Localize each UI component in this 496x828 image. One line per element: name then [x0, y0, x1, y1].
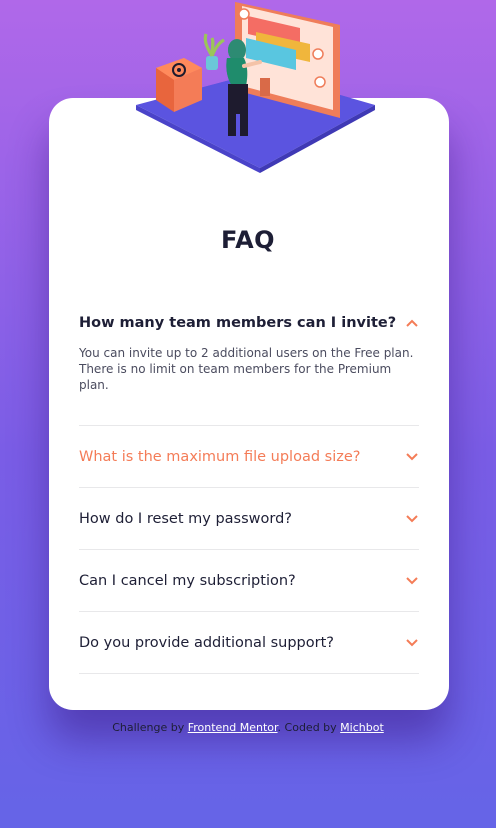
- attribution-middle: . Coded by: [277, 721, 337, 734]
- faq-list: How many team members can I invite? You …: [79, 305, 419, 674]
- frontend-mentor-link[interactable]: Frontend Mentor: [188, 721, 278, 734]
- faq-question-button[interactable]: How many team members can I invite?: [79, 305, 419, 341]
- faq-question-button[interactable]: What is the maximum file upload size?: [79, 426, 419, 487]
- chevron-up-icon: [406, 319, 418, 327]
- author-link[interactable]: Michbot: [340, 721, 384, 734]
- faq-item: Do you provide additional support?: [79, 612, 419, 674]
- chevron-down-icon: [406, 514, 418, 522]
- faq-item: How do I reset my password?: [79, 488, 419, 550]
- faq-item: What is the maximum file upload size?: [79, 426, 419, 488]
- chevron-down-icon: [406, 452, 418, 460]
- faq-question-text: What is the maximum file upload size?: [79, 448, 361, 465]
- faq-question-text: How do I reset my password?: [79, 510, 292, 527]
- faq-question-button[interactable]: How do I reset my password?: [79, 488, 419, 549]
- faq-question-button[interactable]: Can I cancel my subscription?: [79, 550, 419, 611]
- chevron-down-icon: [406, 638, 418, 646]
- faq-question-text: How many team members can I invite?: [79, 315, 397, 331]
- faq-question-text: Can I cancel my subscription?: [79, 572, 296, 589]
- page-title: FAQ: [220, 226, 276, 254]
- faq-answer-text: You can invite up to 2 additional users …: [79, 346, 414, 392]
- faq-item: Can I cancel my subscription?: [79, 550, 419, 612]
- attribution: Challenge by Frontend Mentor. Coded by M…: [0, 721, 496, 734]
- faq-item: How many team members can I invite? You …: [79, 305, 419, 426]
- faq-question-button[interactable]: Do you provide additional support?: [79, 612, 419, 673]
- attribution-prefix: Challenge by: [112, 721, 185, 734]
- faq-question-text: Do you provide additional support?: [79, 634, 334, 651]
- chevron-down-icon: [406, 576, 418, 584]
